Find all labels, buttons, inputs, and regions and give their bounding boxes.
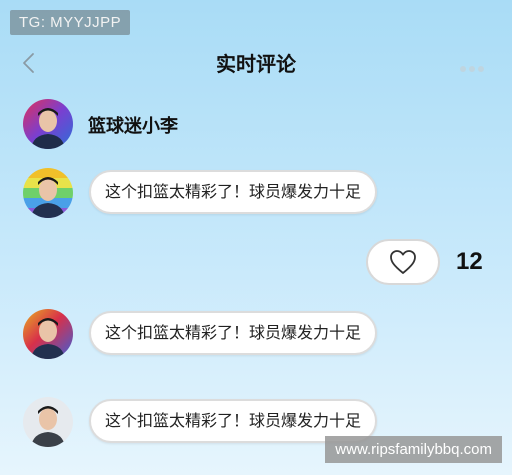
- heart-icon: [390, 250, 416, 274]
- commenter-avatar[interactable]: [23, 309, 73, 359]
- comment-bubble: 这个扣篮太精彩了！球员爆发力十足: [89, 311, 378, 355]
- username: 篮球迷小李: [88, 116, 178, 137]
- page-title: 实时评论: [216, 52, 296, 76]
- commenter-avatar[interactable]: [23, 168, 73, 218]
- like-button[interactable]: [366, 239, 440, 285]
- comment-bubble: 这个扣篮太精彩了！球员爆发力十足: [89, 170, 378, 214]
- watermark: www.ripsfamilybbq.com: [325, 436, 502, 463]
- tg-badge: TG: MYYJJPP: [10, 10, 131, 35]
- commenter-avatar[interactable]: [23, 397, 73, 447]
- more-dots-icon[interactable]: [460, 57, 490, 72]
- user-avatar[interactable]: [23, 99, 73, 149]
- like-count: 12: [456, 248, 483, 275]
